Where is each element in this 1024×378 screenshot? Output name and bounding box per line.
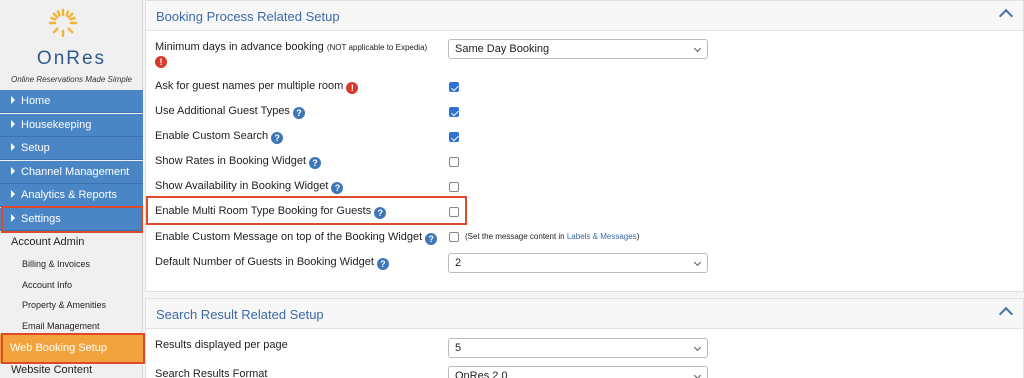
row-label-text: Show Rates in Booking Widget [155,155,307,167]
custom-message-note: (Set the message content in Labels & Mes… [465,232,639,241]
checkbox-custom-message[interactable] [449,232,459,242]
row-label-text: Enable Custom Message on top of the Book… [155,231,423,243]
row-label-text: Ask for guest names per multiple room [155,80,344,92]
caret-right-icon [11,214,15,222]
help-icon[interactable]: ? [374,207,387,219]
search-panel-header[interactable]: Search Result Related Setup [146,299,1023,329]
sidebar: OnRes Online Reservations Made Simple Ho… [0,0,145,378]
row-guest-names: Ask for guest names per multiple room! [155,80,359,94]
logo[interactable]: OnRes Online Reservations Made Simple [0,0,142,90]
checkbox-guest-names[interactable] [449,82,459,92]
nav-settings[interactable]: Settings [0,208,143,231]
chevron-down-icon [693,371,702,378]
checkbox-additional-guest-types[interactable] [449,107,459,117]
results-per-page-select[interactable]: 5 [448,338,708,358]
nav-label: Setup [21,142,50,154]
default-guests-value: 2 [455,257,462,269]
results-per-page-value: 5 [455,342,462,354]
row-custom-search: Enable Custom Search? [155,130,284,144]
checkbox-show-availability[interactable] [449,182,459,192]
row-label-text: Show Availability in Booking Widget [155,180,329,192]
row-label-text: Use Additional Guest Types [155,105,290,117]
default-guests-select[interactable]: 2 [448,253,708,273]
collapse-chevron-icon[interactable] [998,8,1014,24]
nav-setup[interactable]: Setup [0,137,143,160]
brand-tagline: Online Reservations Made Simple [11,75,132,84]
sidebar-item-property[interactable]: Property & Amenities [22,300,106,310]
min-days-note: (NOT applicable to Expedia) [326,43,428,52]
row-results-per-page: Results displayed per page [155,339,288,351]
row-custom-message: Enable Custom Message on top of the Book… [155,231,438,245]
booking-panel-title: Booking Process Related Setup [156,9,340,24]
collapse-chevron-icon[interactable] [998,306,1014,322]
caret-right-icon [11,190,15,198]
row-label-text: Enable Multi Room Type Booking for Guest… [155,205,372,217]
sun-logo-icon [48,8,78,38]
search-panel-title: Search Result Related Setup [156,307,324,322]
nav-label: Settings [21,213,61,225]
row-multi-room-type: Enable Multi Room Type Booking for Guest… [155,205,387,219]
sidebar-item-account-info[interactable]: Account Info [22,280,72,290]
caret-right-icon [11,143,15,151]
min-days-select[interactable]: Same Day Booking [448,39,708,59]
chevron-down-icon [693,44,702,53]
brand-name: OnRes [36,48,107,69]
min-days-text: Minimum days in advance booking [155,41,324,53]
nav-label: Channel Management [21,166,130,178]
note-prefix: (Set the message content in [465,232,565,241]
nav-analytics-reports[interactable]: Analytics & Reports [0,184,143,207]
row-additional-guest-types: Use Additional Guest Types? [155,105,305,119]
help-icon[interactable]: ? [331,182,344,194]
labels-messages-link[interactable]: Labels & Messages [567,232,637,241]
nav-label: Analytics & Reports [21,189,117,201]
warning-icon: ! [155,56,167,68]
row-results-format: Search Results Format [155,368,268,378]
checkbox-custom-search[interactable] [449,132,459,142]
sidebar-item-website-content[interactable]: Website Content [11,364,92,376]
sidebar-item-email[interactable]: Email Management [22,321,100,331]
caret-right-icon [11,120,15,128]
warn-row: ! [152,54,167,68]
account-admin-heading: Account Admin [11,236,85,248]
row-default-guests: Default Number of Guests in Booking Widg… [155,256,389,270]
booking-panel-header[interactable]: Booking Process Related Setup [146,1,1023,31]
min-days-label: Minimum days in advance booking (NOT app… [155,41,427,53]
caret-right-icon [11,96,15,104]
help-icon[interactable]: ? [309,157,322,169]
chevron-down-icon [693,258,702,267]
help-icon[interactable]: ? [376,258,389,270]
row-show-availability: Show Availability in Booking Widget? [155,180,344,194]
nav-label: Housekeeping [21,119,92,131]
caret-right-icon [11,167,15,175]
help-icon[interactable]: ? [425,233,438,245]
help-icon[interactable]: ? [271,132,284,144]
warning-icon: ! [346,82,359,94]
checkbox-show-rates[interactable] [449,157,459,167]
help-icon[interactable]: ? [292,107,305,119]
results-format-value: OnRes 2.0 [455,370,508,378]
nav-channel-management[interactable]: Channel Management [0,161,143,184]
nav-housekeeping[interactable]: Housekeeping [0,114,143,137]
sidebar-item-web-booking-setup[interactable]: Web Booking Setup [0,334,143,363]
nav-label: Home [21,95,51,107]
results-format-select[interactable]: OnRes 2.0 [448,366,708,378]
min-days-value: Same Day Booking [455,43,550,55]
chevron-down-icon [693,343,702,352]
row-label-text: Enable Custom Search [155,130,269,142]
checkbox-multi-room-type[interactable] [449,207,459,217]
row-label-text: Default Number of Guests in Booking Widg… [155,256,374,268]
note-suffix: ) [636,232,640,241]
row-show-rates: Show Rates in Booking Widget? [155,155,322,169]
nav-home[interactable]: Home [0,90,143,113]
sidebar-item-billing[interactable]: Billing & Invoices [22,259,90,269]
